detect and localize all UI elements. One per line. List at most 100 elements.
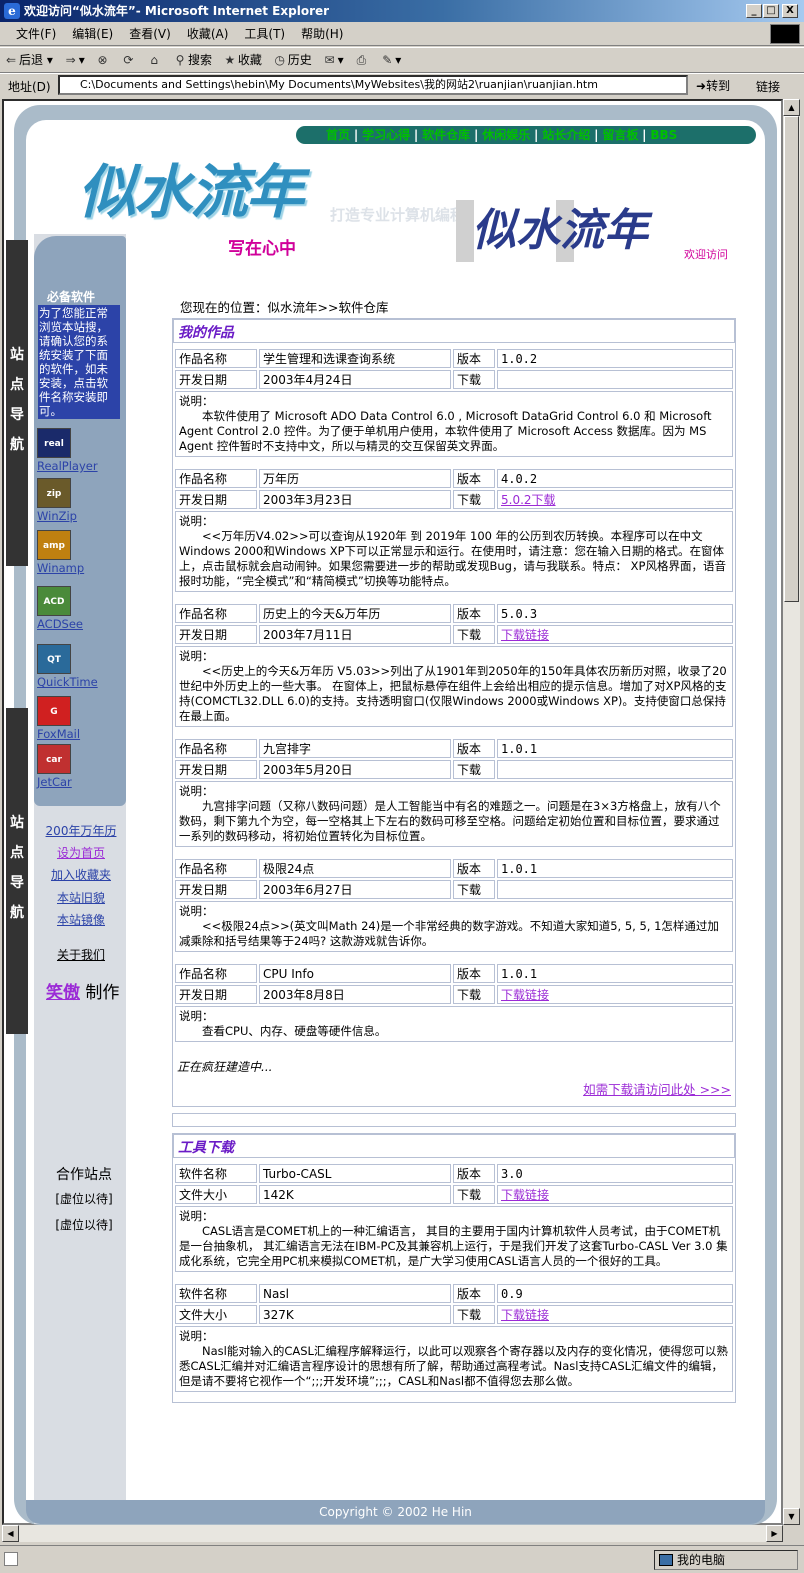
- tool-table: 软件名称 Turbo-CASL 版本 3.0 文件大小 142K 下载 下载链接 说明： CASL…: [173, 1162, 735, 1274]
- download-link[interactable]: 下载链接: [501, 988, 549, 1002]
- description-text: <<万年历V4.02>>可以查询从1920年 到 2019年 100 年的公历到…: [179, 529, 726, 588]
- download-link[interactable]: 下载链接: [501, 1308, 549, 1322]
- software-item[interactable]: QT QuickTime: [37, 644, 119, 694]
- home-button[interactable]: ⌂: [143, 48, 165, 72]
- software-link[interactable]: FoxMail: [37, 727, 119, 741]
- software-item[interactable]: real RealPlayer: [37, 428, 119, 478]
- software-item[interactable]: G FoxMail: [37, 696, 119, 746]
- maker-credit: 笑傲 制作: [46, 983, 120, 1003]
- horizontal-scrollbar[interactable]: [2, 1525, 783, 1542]
- back-arrow-icon: ⇐: [5, 53, 17, 67]
- nav-about[interactable]: 站长介绍: [542, 128, 590, 142]
- software-item[interactable]: car JetCar: [37, 744, 119, 794]
- back-button[interactable]: ⇐ 后退 ▾: [0, 48, 56, 72]
- version-cell: 1.0.1: [497, 739, 733, 758]
- side-tab-nav-2: 站点导航: [6, 708, 28, 1034]
- date-cell: 2003年4月24日: [259, 370, 451, 389]
- nav-leisure[interactable]: 休闲娱乐: [482, 128, 530, 142]
- window-title: 欢迎访问“似水流年”- Microsoft Internet Explorer: [24, 4, 330, 18]
- maker-name[interactable]: 笑傲: [46, 983, 80, 1003]
- software-link[interactable]: RealPlayer: [37, 459, 119, 473]
- partner-slot: [虚位以待]: [55, 1218, 113, 1232]
- link-mirror[interactable]: 本站镜像: [36, 911, 126, 928]
- search-button[interactable]: ⚲ 搜索: [169, 48, 215, 72]
- label-cell: 开发日期: [175, 880, 257, 899]
- description-cell: 说明： <<历史上的今天&万年历 V5.03>>列出了从1901年到2050年的1…: [175, 646, 733, 727]
- label-cell: 作品名称: [175, 964, 257, 983]
- stop-button[interactable]: ⊗: [92, 48, 114, 72]
- address-input[interactable]: C:\Documents and Settings\hebin\My Docum…: [58, 75, 688, 95]
- software-link[interactable]: ACDSee: [37, 617, 119, 631]
- name-cell: Turbo-CASL: [259, 1164, 451, 1183]
- menu-favorites[interactable]: 收藏(A): [187, 22, 229, 46]
- maximize-button[interactable]: □: [763, 4, 779, 18]
- link-about-us[interactable]: 关于我们: [36, 946, 126, 963]
- nav-learning[interactable]: 学习心得: [362, 128, 410, 142]
- description-cell: 说明： 查看CPU、内存、硬盘等硬件信息。: [175, 1006, 733, 1042]
- label-cell: 软件名称: [175, 1284, 257, 1303]
- scroll-up-button[interactable]: ▲: [783, 99, 800, 116]
- label-cell: 开发日期: [175, 985, 257, 1004]
- software-heading: 必备软件: [46, 290, 95, 304]
- scroll-down-button[interactable]: ▼: [783, 1508, 800, 1525]
- label-cell: 下载: [453, 625, 495, 644]
- link-old-site[interactable]: 本站旧貌: [36, 889, 126, 906]
- description-cell: 说明： 九宫排字问题（又称八数码问题）是人工智能当中有名的难题之一。问题是在3×3…: [175, 781, 733, 847]
- toolbar: ⇐ 后退 ▾ ⇒ ▾ ⊗ ⟳ ⌂ ⚲ 搜索 ★ 收藏 ◷ 历史 ✉ ▾ ⎙ ✎ ▾: [0, 47, 804, 73]
- title-bar: e 欢迎访问“似水流年”- Microsoft Internet Explorer: [0, 0, 804, 22]
- menu-edit[interactable]: 编辑(E): [72, 22, 113, 46]
- download-cell: 下载链接: [497, 985, 733, 1004]
- scroll-left-button[interactable]: ◀: [2, 1525, 19, 1542]
- menu-tools[interactable]: 工具(T): [244, 22, 285, 46]
- download-link[interactable]: 下载链接: [501, 1188, 549, 1202]
- go-button[interactable]: ➜转到: [696, 77, 730, 94]
- description-text: CASL语言是COMET机上的一种汇编语言， 其目的主要用于国内计算机软件人员考…: [179, 1224, 728, 1268]
- top-nav: 首页 | 学习心得 | 软件仓库 | 休闲娱乐 | 站长介绍 | 留言板 | B…: [296, 126, 756, 144]
- favorites-button[interactable]: ★ 收藏: [219, 48, 265, 72]
- software-link[interactable]: JetCar: [37, 775, 119, 789]
- mail-button[interactable]: ✉ ▾: [319, 48, 347, 72]
- menu-help[interactable]: 帮助(H): [301, 22, 343, 46]
- forward-button[interactable]: ⇒ ▾: [60, 48, 88, 72]
- history-button[interactable]: ◷ 历史: [269, 48, 315, 72]
- description-text: 九宫排字问题（又称八数码问题）是人工智能当中有名的难题之一。问题是在3×3方格盘…: [179, 799, 721, 843]
- download-link[interactable]: 下载链接: [501, 628, 549, 642]
- history-icon: ◷: [274, 53, 285, 67]
- more-download-link[interactable]: 如需下载请访问此处 >>>: [173, 1079, 731, 1098]
- nav-software[interactable]: 软件仓库: [422, 128, 470, 142]
- link-calendar[interactable]: 200年万年历: [36, 822, 126, 839]
- scroll-thumb[interactable]: [784, 116, 799, 602]
- link-set-homepage[interactable]: 设为首页: [36, 844, 126, 861]
- label-cell: 作品名称: [175, 469, 257, 488]
- nav-bbs[interactable]: BBS: [650, 128, 677, 142]
- menu-view[interactable]: 查看(V): [129, 22, 171, 46]
- download-cell: 下载链接: [497, 1185, 733, 1204]
- download-cell: [497, 370, 733, 389]
- menu-file[interactable]: 文件(F): [16, 22, 56, 46]
- tools-list: 软件名称 Turbo-CASL 版本 3.0 文件大小 142K 下载 下载链接 说明： CASL…: [173, 1162, 735, 1394]
- nav-home[interactable]: 首页: [326, 128, 350, 142]
- minimize-button[interactable]: _: [746, 4, 762, 18]
- close-button[interactable]: X: [782, 4, 798, 18]
- refresh-button[interactable]: ⟳: [117, 48, 139, 72]
- scroll-right-button[interactable]: ▶: [766, 1525, 783, 1542]
- nav-guestbook[interactable]: 留言板: [602, 128, 638, 142]
- software-item[interactable]: ACD ACDSee: [37, 586, 119, 636]
- label-cell: 版本: [453, 469, 495, 488]
- size-cell: 327K: [259, 1305, 451, 1324]
- link-add-favorite[interactable]: 加入收藏夹: [36, 866, 126, 883]
- download-link[interactable]: 5.0.2下载: [501, 493, 556, 507]
- software-link[interactable]: Winamp: [37, 561, 119, 575]
- label-cell: 软件名称: [175, 1164, 257, 1183]
- software-item[interactable]: amp Winamp: [37, 530, 119, 580]
- software-link[interactable]: QuickTime: [37, 675, 119, 689]
- table-row: 开发日期 2003年5月20日 下载: [175, 760, 733, 779]
- links-button[interactable]: 链接: [756, 78, 780, 95]
- table-row: 作品名称 极限24点 版本 1.0.1: [175, 859, 733, 878]
- print-button[interactable]: ⎙: [350, 48, 372, 72]
- software-link[interactable]: WinZip: [37, 509, 119, 523]
- status-bar: 我的电脑: [0, 1545, 804, 1573]
- software-item[interactable]: zip WinZip: [37, 478, 119, 528]
- label-cell: 下载: [453, 985, 495, 1004]
- edit-button[interactable]: ✎ ▾: [376, 48, 404, 72]
